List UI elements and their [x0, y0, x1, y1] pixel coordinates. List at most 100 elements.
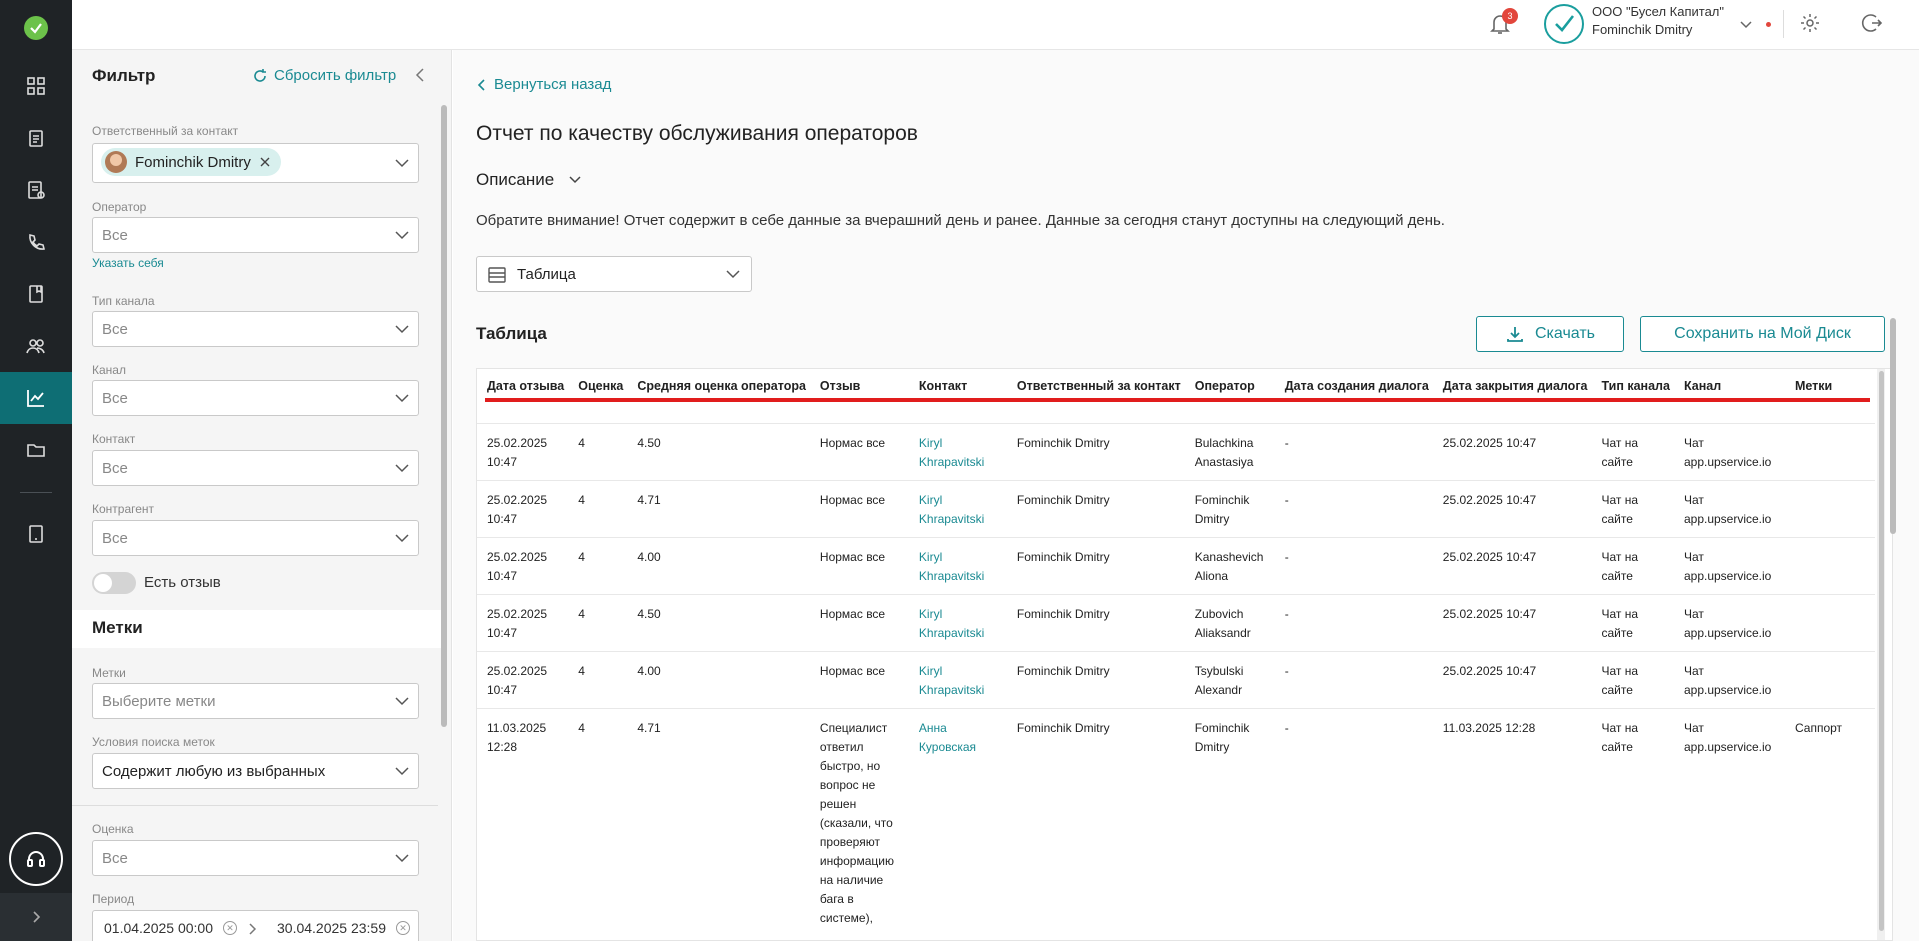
- contact-value: Все: [102, 460, 128, 477]
- clipboard-icon[interactable]: [0, 112, 72, 164]
- col-header[interactable]: Дата закрытия диалога: [1433, 369, 1592, 399]
- col-header[interactable]: Тип канала: [1591, 369, 1673, 399]
- table-header-row: Дата отзыва Оценка Средняя оценка операт…: [477, 369, 1875, 399]
- analytics-icon[interactable]: [0, 372, 72, 424]
- cell-review: Нормас все: [809, 422, 909, 480]
- col-header[interactable]: Средняя оценка оператора: [627, 369, 810, 399]
- col-header[interactable]: Ответственный за контакт: [1007, 369, 1185, 399]
- org-avatar[interactable]: [1544, 4, 1584, 44]
- table-row[interactable]: 25.02.2025 10:47 4 4.50 Нормас все Kiryl Khr…: [477, 422, 1875, 480]
- data-notice: Обратите внимание! Отчет содержит в себе…: [476, 212, 1445, 229]
- collapse-panel-icon[interactable]: [412, 66, 428, 84]
- cell-contact[interactable]: Kiryl Khrapavitski: [908, 593, 1007, 651]
- col-header[interactable]: Канал: [1674, 369, 1785, 399]
- back-link[interactable]: Вернуться назад: [476, 76, 611, 93]
- description-toggle[interactable]: Описание: [476, 170, 582, 190]
- cell-contact[interactable]: Анна Куровская: [908, 707, 1007, 936]
- rating-select[interactable]: Все: [92, 840, 419, 876]
- col-header[interactable]: Контакт: [909, 369, 1007, 399]
- folder-icon[interactable]: [0, 424, 72, 476]
- cell-review: Специалист ответил быстро, но вопрос не …: [809, 707, 909, 936]
- reset-filter-button[interactable]: Сбросить фильтр: [252, 67, 396, 84]
- cell-channel: Чат app.upservice.io: [1673, 422, 1785, 480]
- chevron-down-icon: [395, 767, 409, 776]
- period-to[interactable]: 30.04.2025 23:59: [277, 920, 386, 936]
- table-row[interactable]: 25.02.2025 10:47 4 4.71 Нормас все Kiryl Khr…: [477, 479, 1875, 537]
- download-icon: [1507, 327, 1523, 342]
- col-header[interactable]: Дата отзыва: [477, 369, 568, 399]
- download-button[interactable]: Скачать: [1476, 316, 1624, 352]
- table-row[interactable]: 25.02.2025 10:47 4 4.00 Нормас все Kiryl Khr…: [477, 650, 1875, 708]
- save-to-disk-label: Сохранить на Мой Диск: [1674, 325, 1851, 342]
- avatar: [105, 151, 127, 173]
- responsible-select[interactable]: Fominchik Dmitry: [92, 143, 419, 183]
- col-header[interactable]: Оператор: [1185, 369, 1275, 399]
- org-name[interactable]: ООО "Бусел Капитал": [1592, 4, 1724, 19]
- gear-icon[interactable]: [1799, 12, 1821, 34]
- col-header[interactable]: Оценка: [568, 369, 627, 399]
- contact-select[interactable]: Все: [92, 450, 419, 486]
- rating-value: Все: [102, 850, 128, 867]
- counterparty-select[interactable]: Все: [92, 520, 419, 556]
- logout-icon[interactable]: [1861, 12, 1883, 34]
- current-user-name[interactable]: Fominchik Dmitry: [1592, 22, 1692, 37]
- chevron-left-icon: [477, 78, 485, 91]
- tag-search-select[interactable]: Содержит любую из выбранных: [92, 753, 419, 789]
- view-select[interactable]: Таблица: [476, 256, 752, 292]
- cell-channel-type: Чат на сайте: [1591, 650, 1674, 708]
- channel-type-value: Все: [102, 321, 128, 338]
- tags-label: Метки: [92, 666, 126, 680]
- cell-rating: 4: [568, 650, 628, 708]
- assign-self-link[interactable]: Указать себя: [92, 256, 164, 270]
- tag-search-value: Содержит любую из выбранных: [102, 763, 326, 780]
- dashboard-icon[interactable]: [0, 60, 72, 112]
- operator-value: Все: [102, 227, 128, 244]
- cell-contact[interactable]: Kiryl Khrapavitski: [908, 422, 1007, 480]
- cell-channel: Чат app.upservice.io: [1673, 593, 1785, 651]
- col-header[interactable]: Дата создания диалога: [1275, 369, 1433, 399]
- highlight-underline: [485, 398, 1870, 402]
- channel-value: Все: [102, 390, 128, 407]
- operator-select[interactable]: Все: [92, 217, 419, 253]
- document-settings-icon[interactable]: [0, 164, 72, 216]
- channel-type-select[interactable]: Все: [92, 311, 419, 347]
- tablet-icon[interactable]: [0, 508, 72, 560]
- cell-contact[interactable]: Kiryl Khrapavitski: [908, 479, 1007, 537]
- page-title: Отчет по качеству обслуживания операторо…: [476, 122, 918, 145]
- expand-rail-button[interactable]: [0, 893, 72, 941]
- table-scroll-thumb[interactable]: [1879, 371, 1884, 931]
- cell-avg: 4.71: [627, 479, 810, 537]
- chevron-down-icon[interactable]: [1738, 16, 1754, 32]
- page-scroll-thumb[interactable]: [1890, 318, 1896, 534]
- table-icon: [488, 267, 506, 283]
- status-dot: [1766, 22, 1771, 27]
- phone-icon[interactable]: [0, 216, 72, 268]
- channel-select[interactable]: Все: [92, 380, 419, 416]
- contact-label: Контакт: [92, 432, 136, 446]
- chevron-down-icon: [569, 176, 581, 184]
- cell-contact[interactable]: Kiryl Khrapavitski: [908, 536, 1007, 594]
- period-from[interactable]: 01.04.2025 00:00: [104, 920, 213, 936]
- has-review-toggle[interactable]: [92, 572, 136, 594]
- cell-tags: Саппорт: [1784, 707, 1875, 936]
- tags-select[interactable]: Выберите метки: [92, 683, 419, 719]
- col-header[interactable]: Метки: [1785, 369, 1875, 399]
- app-logo-icon[interactable]: [24, 16, 48, 40]
- filter-scroll-thumb[interactable]: [441, 105, 447, 727]
- table-row[interactable]: 25.02.2025 10:47 4 4.00 Нормас все Kiryl Khr…: [477, 536, 1875, 594]
- reset-filter-label: Сбросить фильтр: [274, 67, 397, 84]
- users-icon[interactable]: [0, 320, 72, 372]
- cell-created: -: [1274, 593, 1433, 651]
- clear-to-icon[interactable]: ✕: [396, 921, 410, 935]
- support-headset-icon[interactable]: [9, 832, 63, 886]
- table-row[interactable]: 11.03.2025 12:28 4 4.71 Специалист ответил …: [477, 707, 1875, 936]
- cell-contact[interactable]: Kiryl Khrapavitski: [908, 650, 1007, 708]
- save-to-disk-button[interactable]: Сохранить на Мой Диск: [1640, 316, 1885, 352]
- table-row[interactable]: 25.02.2025 10:47 4 4.50 Нормас все Kiryl Khr…: [477, 593, 1875, 651]
- col-header[interactable]: Отзыв: [810, 369, 909, 399]
- book-icon[interactable]: [0, 268, 72, 320]
- close-icon[interactable]: [259, 156, 271, 168]
- clear-from-icon[interactable]: ✕: [223, 921, 237, 935]
- period-range[interactable]: 01.04.2025 00:00 ✕ 30.04.2025 23:59 ✕: [92, 910, 419, 941]
- cell-review: Нормас все: [809, 593, 909, 651]
